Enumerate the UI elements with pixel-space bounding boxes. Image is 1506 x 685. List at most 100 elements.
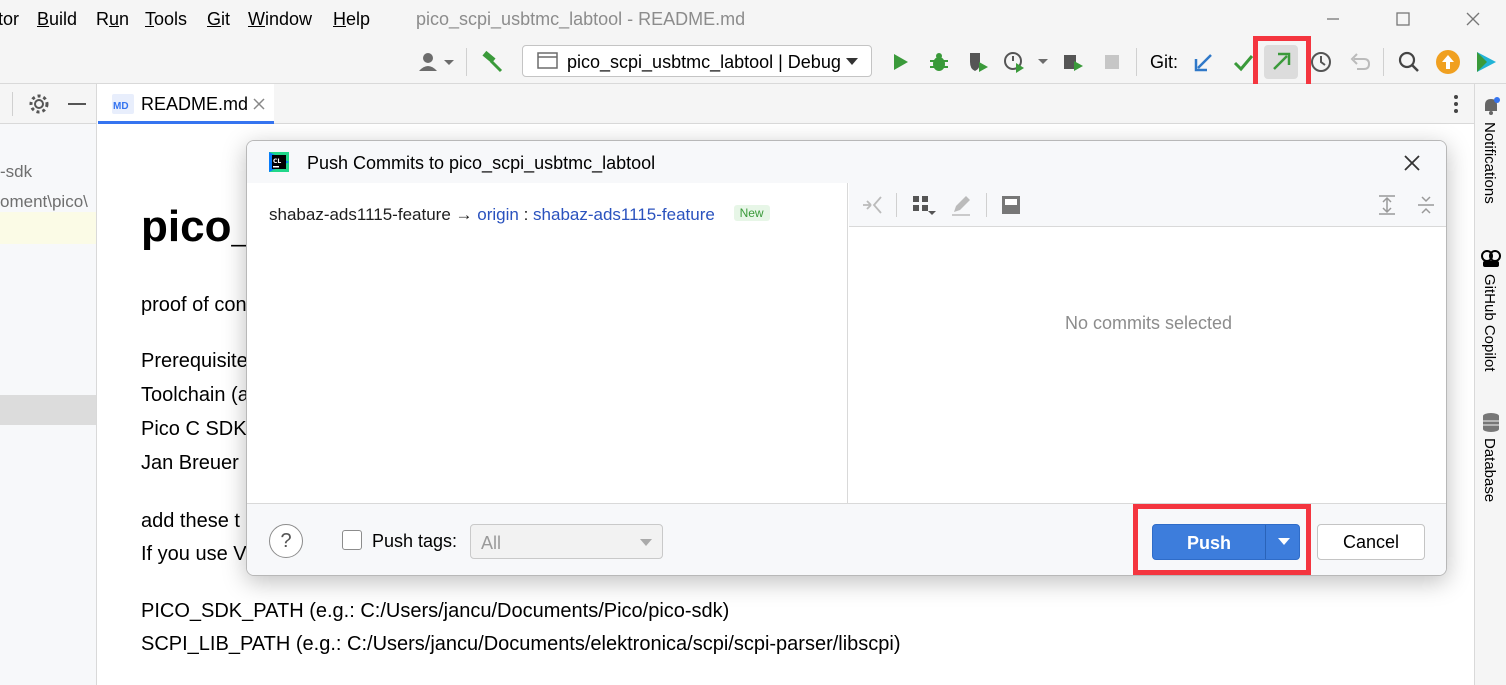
hide-panel-icon[interactable]: [66, 93, 88, 115]
menu-tools[interactable]: Tools: [145, 9, 187, 30]
minimize-button[interactable]: [1318, 6, 1348, 32]
minimize-icon: [1327, 18, 1339, 20]
tab-readme[interactable]: MD README.md: [98, 84, 274, 124]
menu-build[interactable]: Build: [37, 9, 77, 30]
cancel-button[interactable]: Cancel: [1317, 524, 1425, 560]
dialog-title: Push Commits to pico_scpi_usbtmc_labtool: [307, 153, 656, 173]
markdown-file-icon: MD: [112, 94, 134, 114]
more-options-icon[interactable]: [1453, 94, 1459, 114]
clion-logo-icon: CL: [269, 152, 289, 172]
run-configuration-select[interactable]: pico_scpi_usbtmc_labtool | Debug: [522, 45, 872, 77]
readme-line: PICO_SDK_PATH (e.g.: C:/Users/jancu/Docu…: [141, 600, 730, 622]
run-button[interactable]: [886, 48, 914, 76]
maximize-icon: [1396, 12, 1410, 26]
maximize-button[interactable]: [1388, 6, 1418, 32]
menu-help[interactable]: Help: [333, 9, 370, 30]
notifications-icon[interactable]: [1481, 96, 1501, 116]
close-icon[interactable]: [1403, 154, 1421, 172]
notifications-tab[interactable]: Notifications: [1481, 122, 1498, 204]
menu-editor[interactable]: tor: [0, 9, 19, 30]
github-copilot-tab[interactable]: GitHub Copilot: [1481, 274, 1498, 372]
preview-diff-icon[interactable]: [1001, 195, 1021, 215]
remote-branch[interactable]: shabaz-ads1115-feature: [533, 205, 715, 224]
group-by-icon[interactable]: [911, 194, 937, 216]
ide-update-button[interactable]: [1434, 48, 1462, 76]
debug-icon: [930, 53, 948, 71]
remote-name[interactable]: origin: [477, 205, 519, 224]
window-icon: [537, 52, 558, 69]
push-branches-list: shabaz-ads1115-feature → origin : shabaz…: [247, 183, 848, 503]
gear-icon[interactable]: [28, 93, 50, 115]
commit-details-panel: No commits selected: [849, 183, 1446, 503]
help-button[interactable]: ?: [269, 524, 303, 558]
profile-button[interactable]: [1001, 48, 1049, 76]
project-panel: -sdk oment\pico\: [0, 84, 97, 685]
menu-window[interactable]: Window: [248, 9, 312, 30]
readme-line: Pico C SDK: [141, 418, 247, 440]
stop-button[interactable]: [1098, 48, 1126, 76]
attach-button[interactable]: [1059, 48, 1087, 76]
history-icon: [1311, 52, 1331, 72]
branch-push-row[interactable]: shabaz-ads1115-feature → origin : shabaz…: [269, 205, 770, 225]
editor-tab-bar: MD README.md: [98, 84, 1474, 124]
readme-line: Toolchain (a: [141, 384, 249, 406]
ai-assistant-button[interactable]: [1472, 48, 1500, 76]
svg-text:CL: CL: [273, 158, 281, 165]
push-arrow: →: [455, 205, 473, 224]
push-tags-checkbox[interactable]: [342, 530, 362, 550]
local-branch: shabaz-ads1115-feature: [269, 205, 451, 224]
push-button-highlight-box: [1133, 504, 1311, 575]
update-icon: [1194, 54, 1212, 72]
hammer-icon: [482, 50, 503, 73]
chevron-down-icon: [846, 58, 858, 65]
commit-details-toolbar: [849, 183, 1446, 227]
push-tags-value: All: [481, 533, 502, 553]
push-tags-select[interactable]: All: [470, 524, 663, 559]
close-window-button[interactable]: [1458, 6, 1488, 32]
user-icon: [419, 53, 454, 71]
rollback-icon: [1350, 53, 1371, 70]
database-tab[interactable]: Database: [1481, 438, 1498, 502]
readme-line: add these t: [141, 510, 240, 532]
close-tab-icon[interactable]: [252, 97, 266, 111]
run-icon: [894, 54, 908, 70]
coverage-button[interactable]: [964, 48, 992, 76]
branch-separator: :: [523, 205, 529, 224]
collapse-all-icon[interactable]: [1416, 194, 1436, 216]
push-tags-label: Push tags:: [372, 531, 458, 551]
git-label: Git:: [1150, 52, 1179, 72]
edit-icon[interactable]: [950, 194, 972, 216]
no-commits-message: No commits selected: [1064, 313, 1233, 333]
tab-label: README.md: [141, 94, 249, 114]
copilot-icon[interactable]: [1480, 247, 1502, 269]
debug-button[interactable]: [925, 48, 953, 76]
readme-line: Prerequisite: [141, 350, 248, 372]
ai-icon: [1477, 52, 1496, 72]
menu-git[interactable]: Git: [207, 9, 230, 30]
menu-run[interactable]: Run: [96, 9, 129, 30]
readme-line: Jan Breuer: [141, 452, 239, 474]
menu-bar: tor Build Run Tools Git Window Help pico…: [0, 0, 1506, 40]
build-button[interactable]: [478, 48, 506, 76]
attach-icon: [1064, 55, 1083, 71]
collapse-icon[interactable]: [861, 194, 883, 216]
readme-line: If you use V: [141, 543, 247, 565]
search-button[interactable]: [1395, 48, 1423, 76]
close-icon: [1466, 12, 1480, 26]
git-update-button[interactable]: [1190, 48, 1218, 76]
commit-icon: [1233, 55, 1254, 72]
coverage-icon: [970, 53, 988, 72]
chevron-down-icon: [640, 539, 652, 546]
readme-line: proof of con: [141, 294, 247, 316]
expand-all-icon[interactable]: [1377, 194, 1397, 216]
window-title: pico_scpi_usbtmc_labtool - README.md: [416, 9, 746, 29]
main-toolbar: pico_scpi_usbtmc_labtool | Debug Git:: [0, 36, 1506, 94]
stop-icon: [1105, 55, 1119, 69]
git-rollback-button[interactable]: [1346, 48, 1374, 76]
project-tree-item[interactable]: -sdk: [0, 162, 32, 182]
user-button[interactable]: [414, 48, 458, 76]
project-tree-item[interactable]: oment\pico\: [0, 192, 88, 212]
database-icon[interactable]: [1481, 412, 1501, 434]
profile-icon: [1004, 52, 1048, 73]
git-history-button[interactable]: [1307, 48, 1335, 76]
